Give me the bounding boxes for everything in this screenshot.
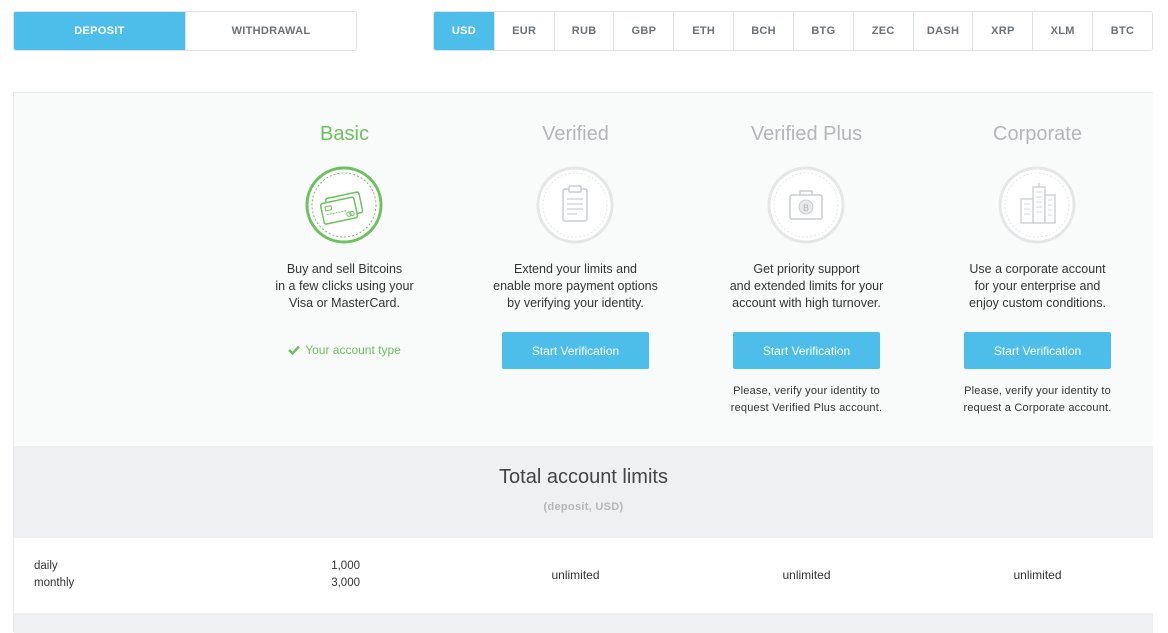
currency-selector: USD EUR RUB GBP ETH BCH BTG ZEC DASH XRP… — [433, 11, 1153, 51]
currency-xrp[interactable]: XRP — [972, 12, 1033, 50]
start-verification-button-corporate[interactable]: Start Verification — [964, 332, 1111, 369]
tier-corporate-note: Please, verify your identity to request … — [963, 385, 1112, 414]
currency-btg[interactable]: BTG — [792, 12, 853, 50]
check-icon — [288, 345, 301, 355]
tier-verified-plus-title: Verified Plus — [750, 123, 863, 145]
current-account-status: Your account type — [229, 343, 460, 357]
currency-gbp[interactable]: GBP — [613, 12, 674, 50]
bitcoin-briefcase-icon: B — [767, 166, 845, 244]
tier-verified-description: Extend your limits and enable more payme… — [493, 262, 658, 310]
account-limits-header: Total account limits (deposit, USD) — [14, 446, 1153, 538]
tier-corporate-title: Corporate — [993, 123, 1082, 145]
basic-monthly-limit: 3,000 — [331, 577, 360, 589]
corporate-limit: unlimited — [1013, 568, 1062, 582]
daily-label: daily — [34, 560, 58, 572]
tier-corporate-description: Use a corporate account for your enterpr… — [969, 262, 1106, 310]
verified-plus-limit: unlimited — [782, 568, 831, 582]
currency-bch[interactable]: BCH — [733, 12, 793, 50]
currency-xlm[interactable]: XLM — [1032, 12, 1093, 50]
credit-cards-icon — [305, 166, 383, 244]
currency-zec[interactable]: ZEC — [852, 12, 913, 50]
currency-rub[interactable]: RUB — [553, 12, 614, 50]
clipboard-icon — [536, 166, 614, 244]
tier-verified-plus-description: Get priority support and extended limits… — [729, 262, 884, 310]
currency-eth[interactable]: ETH — [673, 12, 734, 50]
svg-text:B: B — [803, 204, 809, 214]
limits-footer-band — [14, 613, 1153, 633]
tier-basic-title: Basic — [320, 123, 369, 145]
tier-basic-description: Buy and sell Bitcoins in a few clicks us… — [275, 262, 414, 310]
currency-usd[interactable]: USD — [434, 12, 494, 50]
limits-subtitle: (deposit, USD) — [543, 501, 624, 513]
deposit-tab[interactable]: DEPOSIT — [14, 12, 185, 50]
limit-period-labels: daily monthly — [34, 558, 74, 592]
limits-title: Total account limits — [499, 466, 668, 488]
currency-dash[interactable]: DASH — [912, 12, 973, 50]
tier-verified-plus-note: Please, verify your identity to request … — [730, 385, 883, 414]
withdrawal-tab[interactable]: WITHDRAWAL — [185, 12, 356, 50]
currency-btc[interactable]: BTC — [1092, 12, 1152, 50]
limits-row: daily monthly 1,000 3,000 unlimited unli… — [14, 538, 1153, 613]
verified-limit: unlimited — [551, 568, 600, 582]
start-verification-button-verified-plus[interactable]: Start Verification — [733, 332, 880, 369]
tier-verified-title: Verified — [542, 123, 609, 145]
start-verification-button-verified[interactable]: Start Verification — [502, 332, 649, 369]
basic-limit-values: 1,000 3,000 — [314, 558, 360, 592]
account-tiers-panel: Basic Buy and sell Bitcoins in a few cli… — [13, 92, 1153, 633]
currency-eur[interactable]: EUR — [493, 12, 554, 50]
buildings-icon — [998, 166, 1076, 244]
basic-daily-limit: 1,000 — [331, 560, 360, 572]
monthly-label: monthly — [34, 577, 75, 589]
deposit-withdrawal-toggle: DEPOSIT WITHDRAWAL — [13, 11, 357, 51]
